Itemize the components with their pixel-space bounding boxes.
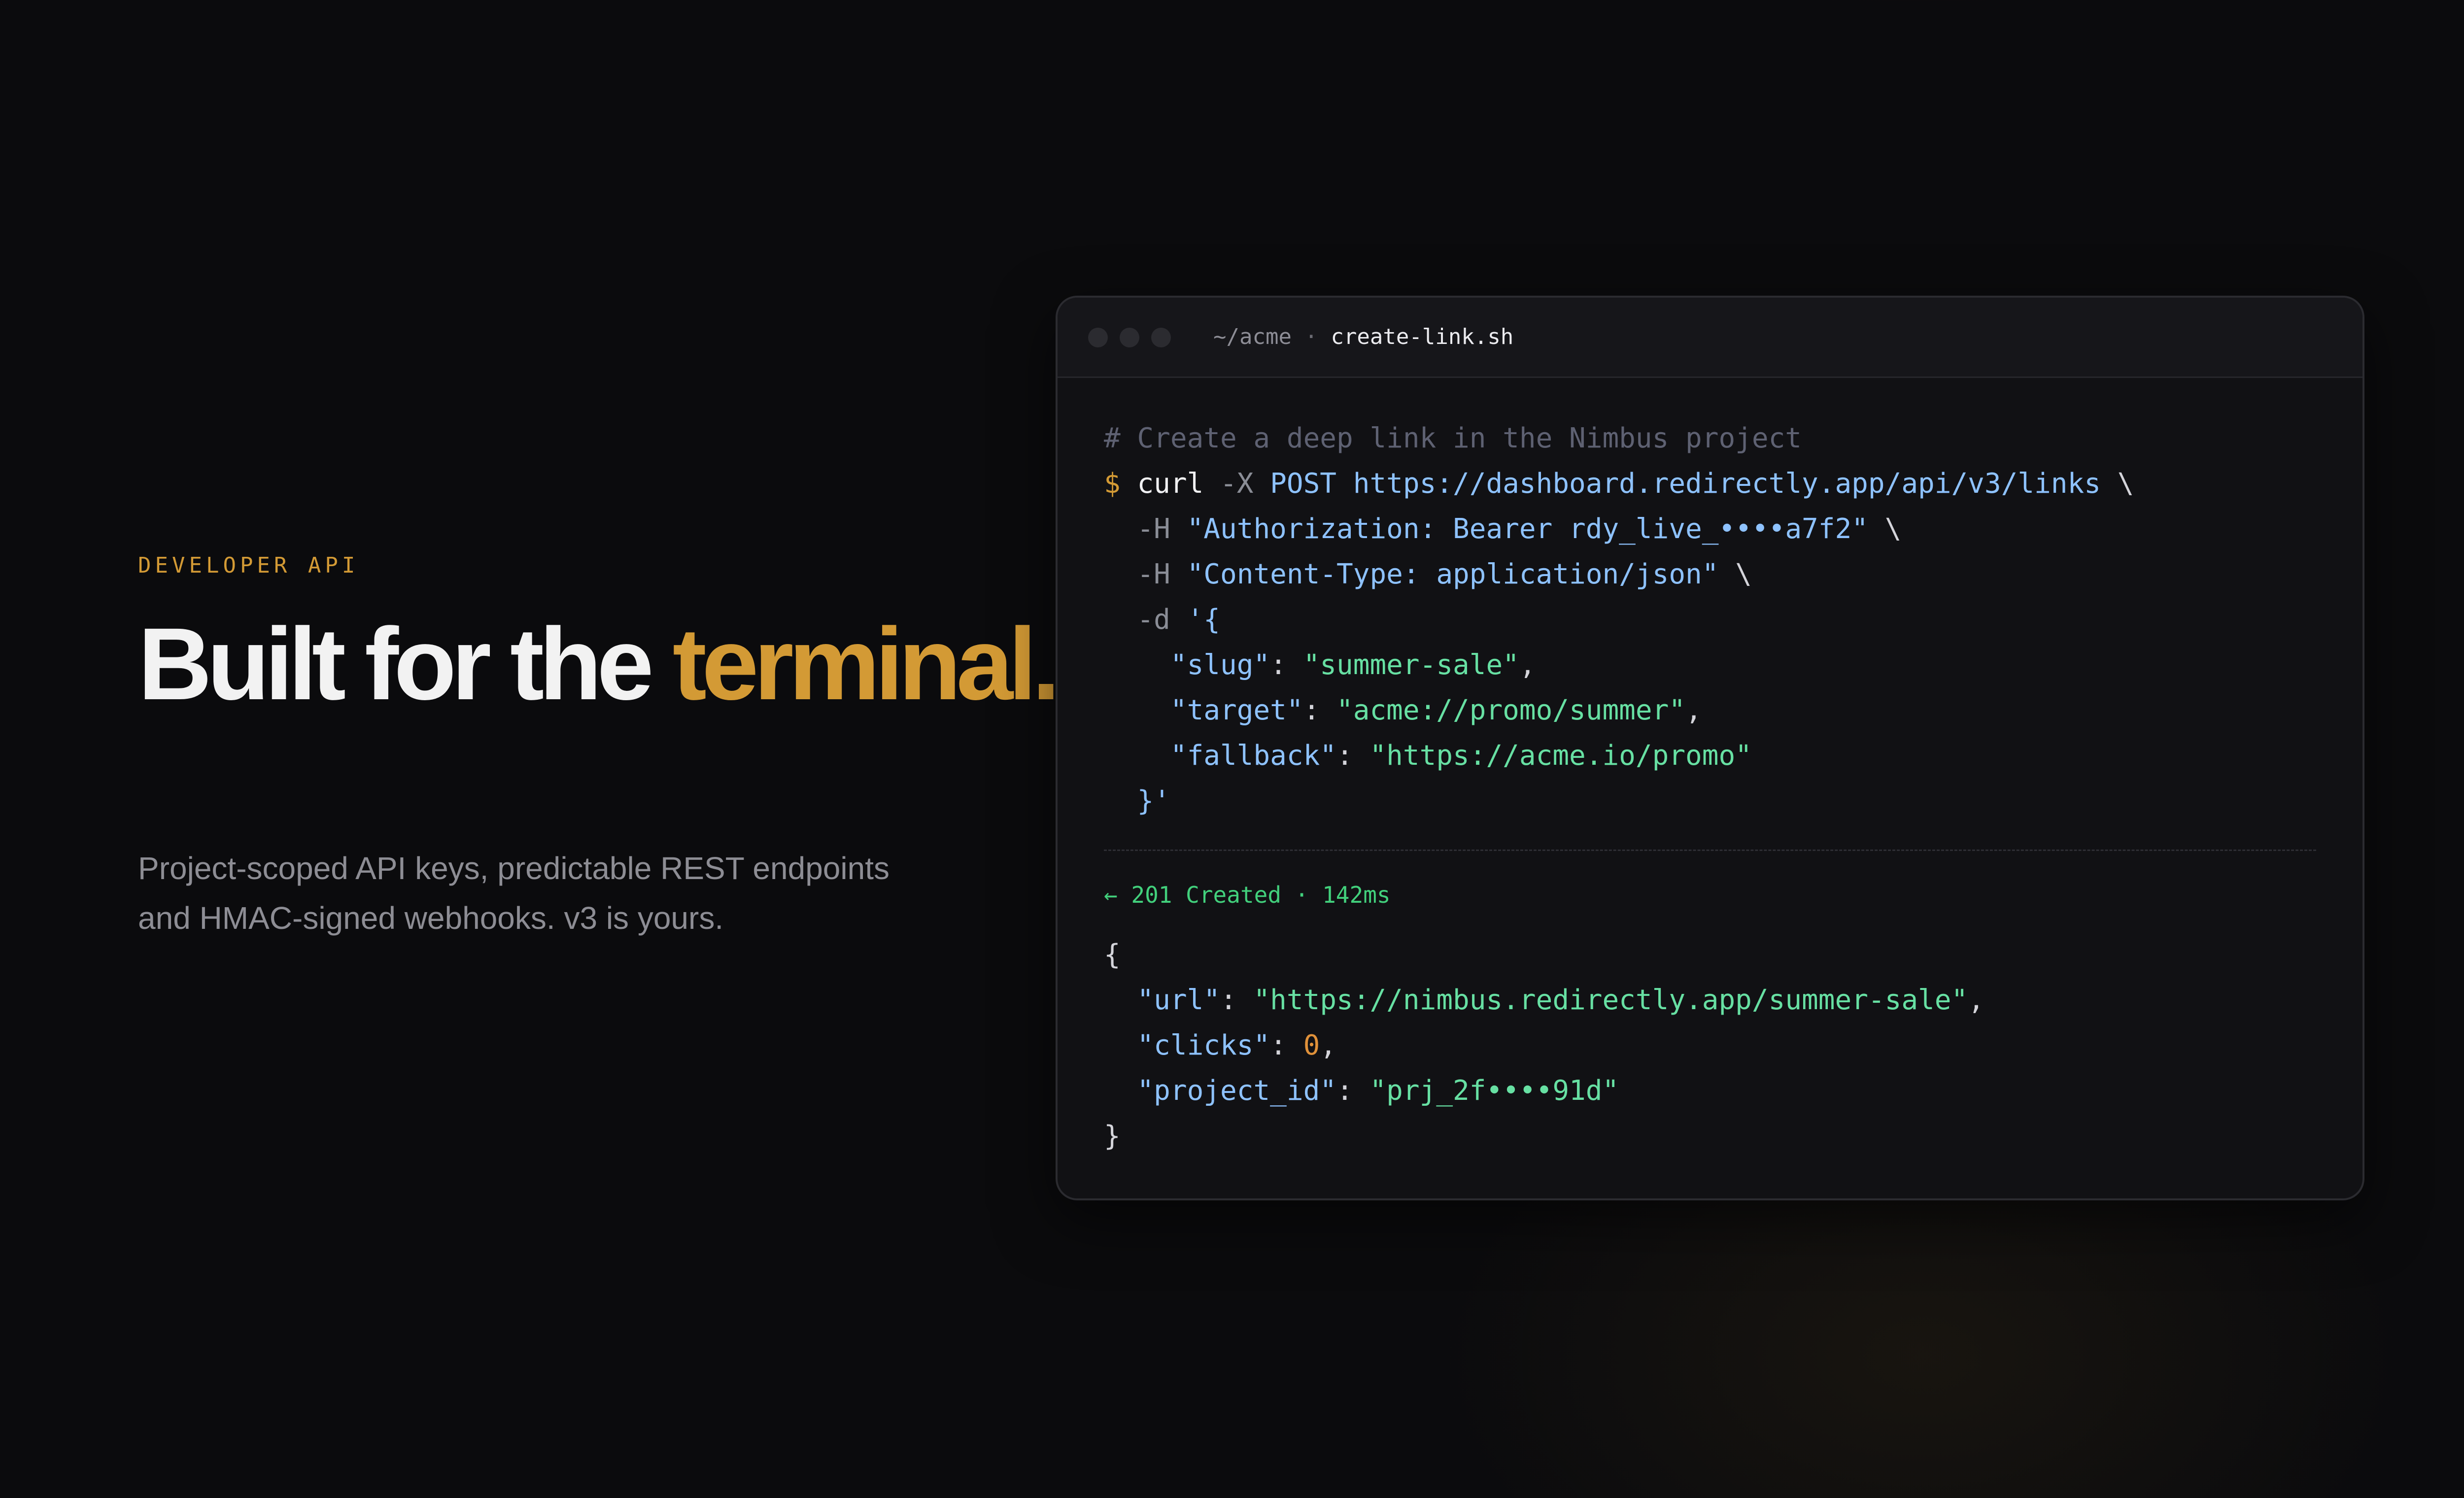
json-key: "project_id" bbox=[1137, 1075, 1337, 1107]
json-key: "clicks" bbox=[1137, 1029, 1270, 1061]
path-filename: create-link.sh bbox=[1331, 324, 1514, 349]
method-flag: -X bbox=[1203, 468, 1270, 500]
data-flag: -d bbox=[1137, 604, 1187, 636]
headline-main: Built for the bbox=[138, 607, 673, 721]
request-code-block: # Create a deep link in the Nimbus proje… bbox=[1104, 422, 2134, 817]
data-close: }' bbox=[1137, 785, 1170, 817]
request-url: https://dashboard.redirectly.app/api/v3/… bbox=[1353, 468, 2101, 500]
output-divider bbox=[1104, 850, 2316, 851]
json-brace: } bbox=[1104, 1120, 1121, 1152]
line-continuation: \ bbox=[1718, 558, 1752, 590]
data-open: '{ bbox=[1187, 604, 1221, 636]
response-status: ← 201 Created · 142ms bbox=[1104, 882, 1391, 908]
line-continuation: \ bbox=[2100, 468, 2134, 500]
window-minimize-dot[interactable] bbox=[1120, 328, 1139, 347]
content-type-header: "Content-Type: application/json" bbox=[1187, 558, 1719, 590]
line-continuation: \ bbox=[1868, 513, 1902, 545]
code-comment: # Create a deep link in the Nimbus proje… bbox=[1104, 422, 1802, 454]
json-value: "https://acme.io/promo" bbox=[1369, 740, 1752, 772]
json-key: "url" bbox=[1137, 984, 1221, 1016]
section-eyebrow: DEVELOPER API bbox=[138, 553, 359, 578]
json-key: "target" bbox=[1170, 694, 1303, 726]
description-line-2: and HMAC-signed webhooks. v3 is yours. bbox=[138, 900, 724, 936]
terminal-window: ~/acme · create-link.sh # Create a deep … bbox=[1056, 296, 2364, 1200]
command-name: curl bbox=[1137, 468, 1204, 500]
json-brace: { bbox=[1104, 939, 1121, 971]
hero-description: Project-scoped API keys, predictable RES… bbox=[138, 844, 1005, 943]
json-value: "prj_2f••••91d" bbox=[1369, 1075, 1619, 1107]
page-title: Built for the terminal. bbox=[138, 605, 1061, 723]
response-code-block: { "url": "https://nimbus.redirectly.app/… bbox=[1104, 939, 1985, 1152]
description-line-1: Project-scoped API keys, predictable RES… bbox=[138, 851, 890, 886]
http-method: POST bbox=[1270, 468, 1337, 500]
json-value: "acme://promo/summer" bbox=[1336, 694, 1686, 726]
json-key: "slug" bbox=[1170, 649, 1270, 681]
shell-prompt: $ bbox=[1104, 468, 1137, 500]
window-close-dot[interactable] bbox=[1088, 328, 1108, 347]
header-flag: -H bbox=[1137, 558, 1187, 590]
json-key: "fallback" bbox=[1170, 740, 1337, 772]
json-value: "https://nimbus.redirectly.app/summer-sa… bbox=[1253, 984, 1968, 1016]
json-value: "summer-sale" bbox=[1303, 649, 1519, 681]
path-directory: ~/acme bbox=[1213, 324, 1292, 349]
window-zoom-dot[interactable] bbox=[1151, 328, 1171, 347]
headline-accent: terminal. bbox=[672, 607, 1061, 721]
path-separator: · bbox=[1291, 324, 1331, 349]
terminal-titlebar: ~/acme · create-link.sh bbox=[1058, 298, 2362, 378]
terminal-path: ~/acme · create-link.sh bbox=[1213, 298, 1513, 376]
auth-header: "Authorization: Bearer rdy_live_••••a7f2… bbox=[1187, 513, 1868, 545]
header-flag: -H bbox=[1137, 513, 1187, 545]
json-number: 0 bbox=[1303, 1029, 1320, 1061]
